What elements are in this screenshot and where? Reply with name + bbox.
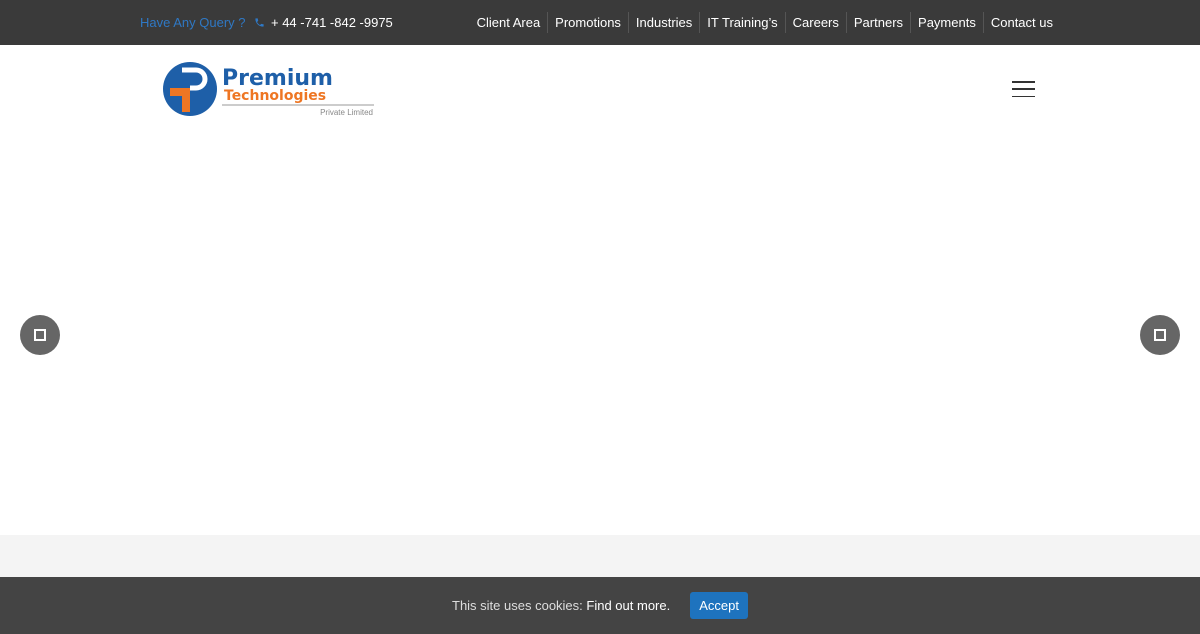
top-bar: Have Any Query ? + 44 -741 -842 -9975 Cl… bbox=[0, 0, 1200, 45]
cookie-bar: This site uses cookies: Find out more. A… bbox=[0, 577, 1200, 634]
nav-partners[interactable]: Partners bbox=[845, 12, 910, 33]
svg-text:Technologies: Technologies bbox=[224, 88, 326, 104]
nav-careers[interactable]: Careers bbox=[784, 12, 846, 33]
square-icon bbox=[34, 329, 46, 341]
nav-contact-us[interactable]: Contact us bbox=[982, 12, 1060, 33]
nav-promotions[interactable]: Promotions bbox=[547, 12, 628, 33]
section-strip bbox=[0, 535, 1200, 577]
logo[interactable]: Premium Technologies Private Limited bbox=[162, 60, 377, 123]
cookie-text: This site uses cookies: bbox=[452, 598, 583, 613]
square-icon bbox=[1154, 329, 1166, 341]
query-text: Have Any Query ? bbox=[140, 15, 246, 30]
top-nav: Client Area Promotions Industries IT Tra… bbox=[470, 12, 1060, 33]
phone-icon bbox=[255, 18, 264, 27]
phone-number: + 44 -741 -842 -9975 bbox=[271, 15, 393, 30]
slider-prev-button[interactable] bbox=[20, 315, 60, 355]
accept-button[interactable]: Accept bbox=[690, 592, 748, 619]
menu-icon[interactable] bbox=[1012, 81, 1035, 97]
find-out-more-link[interactable]: Find out more. bbox=[586, 598, 670, 613]
phone-link[interactable]: + 44 -741 -842 -9975 bbox=[254, 15, 393, 30]
nav-payments[interactable]: Payments bbox=[910, 12, 983, 33]
nav-client-area[interactable]: Client Area bbox=[470, 12, 548, 33]
svg-text:Private Limited: Private Limited bbox=[320, 108, 373, 117]
nav-industries[interactable]: Industries bbox=[627, 12, 699, 33]
nav-it-trainings[interactable]: IT Training’s bbox=[699, 12, 784, 33]
slider-next-button[interactable] bbox=[1140, 315, 1180, 355]
